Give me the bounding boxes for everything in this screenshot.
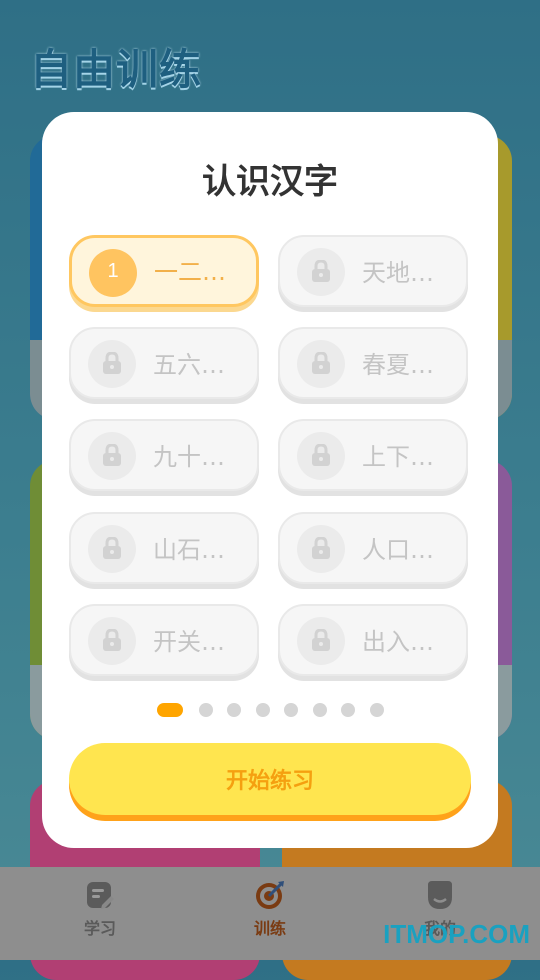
lock-icon: [103, 629, 121, 651]
lock-badge: [297, 617, 345, 665]
lesson-label: 一二…: [154, 258, 226, 286]
lock-badge: [297, 525, 345, 573]
lesson-label: 上下…: [362, 443, 434, 471]
lock-icon: [312, 260, 330, 282]
lesson-item[interactable]: 九十…: [69, 419, 259, 491]
watermark: ITMOP.COM: [383, 919, 530, 949]
lesson-item[interactable]: 开关…: [69, 604, 259, 676]
lesson-label: 开关…: [153, 628, 225, 656]
lesson-label: 九十…: [153, 443, 225, 471]
start-practice-button[interactable]: 开始练习: [69, 743, 471, 815]
lesson-label: 春夏…: [362, 351, 434, 379]
lesson-label: 天地…: [362, 259, 434, 287]
nav-item-study[interactable]: 学习: [60, 879, 140, 939]
page-dot[interactable]: [284, 703, 298, 717]
lesson-item[interactable]: 五六…: [69, 327, 259, 399]
lesson-label: 五六…: [153, 351, 225, 379]
lesson-label: 人口…: [362, 536, 434, 564]
nav-item-training[interactable]: 训练: [230, 879, 310, 939]
lock-icon: [312, 444, 330, 466]
lesson-item-active[interactable]: 1 一二…: [69, 235, 259, 307]
lock-icon: [312, 629, 330, 651]
lesson-item[interactable]: 出入…: [278, 604, 468, 676]
lock-badge: [297, 248, 345, 296]
study-icon: [87, 882, 114, 909]
lesson-item[interactable]: 山石…: [69, 512, 259, 584]
page-dot[interactable]: [227, 703, 241, 717]
target-icon: [256, 881, 284, 909]
page-dot[interactable]: [341, 703, 355, 717]
page-title: 自由训练: [30, 45, 203, 94]
lesson-item[interactable]: 春夏…: [278, 327, 468, 399]
page-dot-active[interactable]: [157, 703, 183, 717]
page-dot[interactable]: [199, 703, 213, 717]
lock-icon: [103, 537, 121, 559]
pagination-dots: [42, 703, 498, 717]
lock-badge: [88, 617, 136, 665]
page-dot[interactable]: [256, 703, 270, 717]
lock-icon: [103, 352, 121, 374]
lock-badge: [297, 340, 345, 388]
lock-icon: [103, 444, 121, 466]
page-dot[interactable]: [370, 703, 384, 717]
page-dot[interactable]: [313, 703, 327, 717]
lesson-label: 山石…: [153, 536, 225, 564]
lesson-label: 出入…: [362, 628, 434, 656]
lesson-number-badge: 1: [89, 249, 137, 297]
lesson-item[interactable]: 上下…: [278, 419, 468, 491]
lesson-item[interactable]: 天地…: [278, 235, 468, 307]
lock-badge: [88, 340, 136, 388]
nav-label-training: 训练: [253, 919, 286, 938]
lock-badge: [88, 432, 136, 480]
lock-icon: [312, 352, 330, 374]
lesson-select-dialog: 认识汉字 1 一二… 天地… 五六… 春夏… 九十… 上下… 山石… 人口… 开…: [42, 112, 498, 848]
nav-label-study: 学习: [83, 919, 116, 938]
lesson-item[interactable]: 人口…: [278, 512, 468, 584]
lock-badge: [297, 432, 345, 480]
profile-icon: [428, 881, 452, 909]
lock-badge: [88, 525, 136, 573]
dialog-title: 认识汉字: [202, 162, 338, 202]
lesson-number: 1: [107, 260, 119, 282]
lock-icon: [312, 537, 330, 559]
